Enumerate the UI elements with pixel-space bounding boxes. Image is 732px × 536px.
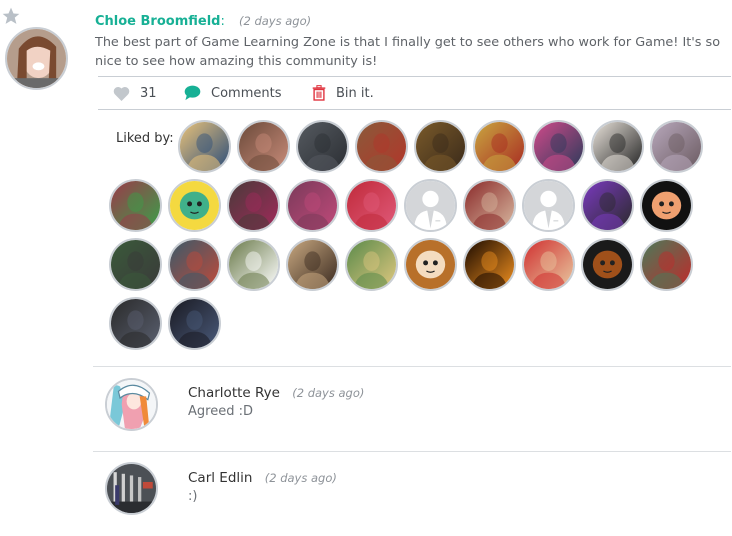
liker-avatar-image bbox=[465, 240, 514, 289]
liker-avatar-image bbox=[406, 240, 455, 289]
liker-avatar[interactable] bbox=[414, 120, 467, 173]
comment-author[interactable]: Carl Edlin bbox=[188, 470, 252, 486]
liker-avatar[interactable] bbox=[178, 120, 231, 173]
bin-button[interactable]: Bin it. bbox=[312, 82, 374, 104]
liker-avatar[interactable] bbox=[286, 238, 339, 291]
divider bbox=[93, 366, 731, 367]
like-button[interactable]: 31 bbox=[113, 82, 157, 104]
comment-header: Carl Edlin (2 days ago) bbox=[188, 470, 337, 486]
liker-avatar-image bbox=[583, 240, 632, 289]
liker-avatar[interactable] bbox=[473, 120, 526, 173]
liker-avatar-image bbox=[524, 181, 573, 230]
liker-avatar-image bbox=[534, 122, 583, 171]
comment-avatar[interactable] bbox=[105, 462, 158, 515]
liker-avatar-image bbox=[288, 181, 337, 230]
liker-avatar[interactable] bbox=[404, 179, 457, 232]
liker-avatar[interactable] bbox=[640, 238, 693, 291]
liker-avatar[interactable] bbox=[286, 179, 339, 232]
liker-avatar[interactable] bbox=[237, 120, 290, 173]
liker-avatar-image bbox=[170, 181, 219, 230]
liker-avatar[interactable] bbox=[168, 179, 221, 232]
liker-avatar[interactable] bbox=[522, 179, 575, 232]
author-avatar[interactable] bbox=[5, 27, 68, 90]
author-avatar-image bbox=[7, 29, 66, 88]
trash-icon bbox=[312, 85, 326, 101]
comment-timestamp: (2 days ago) bbox=[292, 386, 365, 400]
liker-avatar[interactable] bbox=[109, 297, 162, 350]
liker-avatar-image bbox=[170, 240, 219, 289]
liker-avatar-image bbox=[642, 181, 691, 230]
bin-label: Bin it. bbox=[336, 85, 374, 101]
liker-avatar-image bbox=[642, 240, 691, 289]
comment-text: Agreed :D bbox=[188, 404, 253, 419]
post-body: The best part of Game Learning Zone is t… bbox=[95, 35, 721, 69]
speech-bubble-icon bbox=[184, 85, 201, 101]
liker-avatar-image bbox=[593, 122, 642, 171]
comment-header: Charlotte Rye (2 days ago) bbox=[188, 385, 364, 401]
divider bbox=[98, 76, 731, 77]
liker-avatar[interactable] bbox=[109, 238, 162, 291]
comment-avatar[interactable] bbox=[105, 378, 158, 431]
liker-avatar[interactable] bbox=[109, 179, 162, 232]
liker-avatar-image bbox=[475, 122, 524, 171]
liker-avatar[interactable] bbox=[355, 120, 408, 173]
liker-avatar[interactable] bbox=[404, 238, 457, 291]
heart-icon bbox=[113, 86, 130, 101]
liker-avatar-image bbox=[465, 181, 514, 230]
liker-avatar-image bbox=[652, 122, 701, 171]
divider bbox=[98, 109, 731, 110]
post-header: Chloe Broomfield: (2 days ago) bbox=[95, 14, 311, 29]
liker-avatar[interactable] bbox=[296, 120, 349, 173]
likes-count: 31 bbox=[140, 85, 157, 101]
liker-avatar-image bbox=[229, 240, 278, 289]
liker-avatar[interactable] bbox=[463, 238, 516, 291]
liker-avatar[interactable] bbox=[532, 120, 585, 173]
liker-avatar-image bbox=[347, 181, 396, 230]
post-timestamp: (2 days ago) bbox=[239, 14, 312, 28]
liker-avatar-image bbox=[357, 122, 406, 171]
liker-avatar[interactable] bbox=[345, 179, 398, 232]
liker-avatar[interactable] bbox=[581, 238, 634, 291]
comment-avatar-image bbox=[107, 464, 156, 513]
liker-avatar-image bbox=[170, 299, 219, 348]
liker-avatar[interactable] bbox=[650, 120, 703, 173]
divider bbox=[93, 451, 731, 452]
liker-avatar-image bbox=[298, 122, 347, 171]
liker-avatar-image bbox=[288, 240, 337, 289]
comment-text: :) bbox=[188, 489, 198, 504]
liker-avatar-image bbox=[239, 122, 288, 171]
liker-avatar[interactable] bbox=[463, 179, 516, 232]
liker-avatar[interactable] bbox=[581, 179, 634, 232]
liker-avatar[interactable] bbox=[640, 179, 693, 232]
comment-timestamp: (2 days ago) bbox=[264, 471, 337, 485]
liker-avatar[interactable] bbox=[522, 238, 575, 291]
star-icon[interactable] bbox=[1, 6, 21, 26]
liker-avatar-image bbox=[180, 122, 229, 171]
liker-avatar-image bbox=[111, 240, 160, 289]
liker-avatar-image bbox=[583, 181, 632, 230]
liked-by-label: Liked by: bbox=[116, 131, 174, 146]
liker-avatar[interactable] bbox=[591, 120, 644, 173]
comment-avatar-image bbox=[107, 380, 156, 429]
comment-author[interactable]: Charlotte Rye bbox=[188, 385, 280, 401]
liker-avatar-image bbox=[416, 122, 465, 171]
liker-avatar-image bbox=[229, 181, 278, 230]
liker-avatar-image bbox=[524, 240, 573, 289]
comments-button[interactable]: Comments bbox=[184, 82, 281, 104]
liker-avatar[interactable] bbox=[345, 238, 398, 291]
liker-avatar[interactable] bbox=[227, 238, 280, 291]
author-name-link[interactable]: Chloe Broomfield bbox=[95, 14, 220, 29]
liker-avatar[interactable] bbox=[168, 238, 221, 291]
liker-avatar-image bbox=[111, 299, 160, 348]
liker-avatar[interactable] bbox=[168, 297, 221, 350]
liker-avatar-image bbox=[111, 181, 160, 230]
comments-label: Comments bbox=[211, 85, 282, 101]
liker-avatar[interactable] bbox=[227, 179, 280, 232]
author-suffix: : bbox=[220, 14, 225, 29]
liker-avatar-image bbox=[347, 240, 396, 289]
liker-avatar-image bbox=[406, 181, 455, 230]
